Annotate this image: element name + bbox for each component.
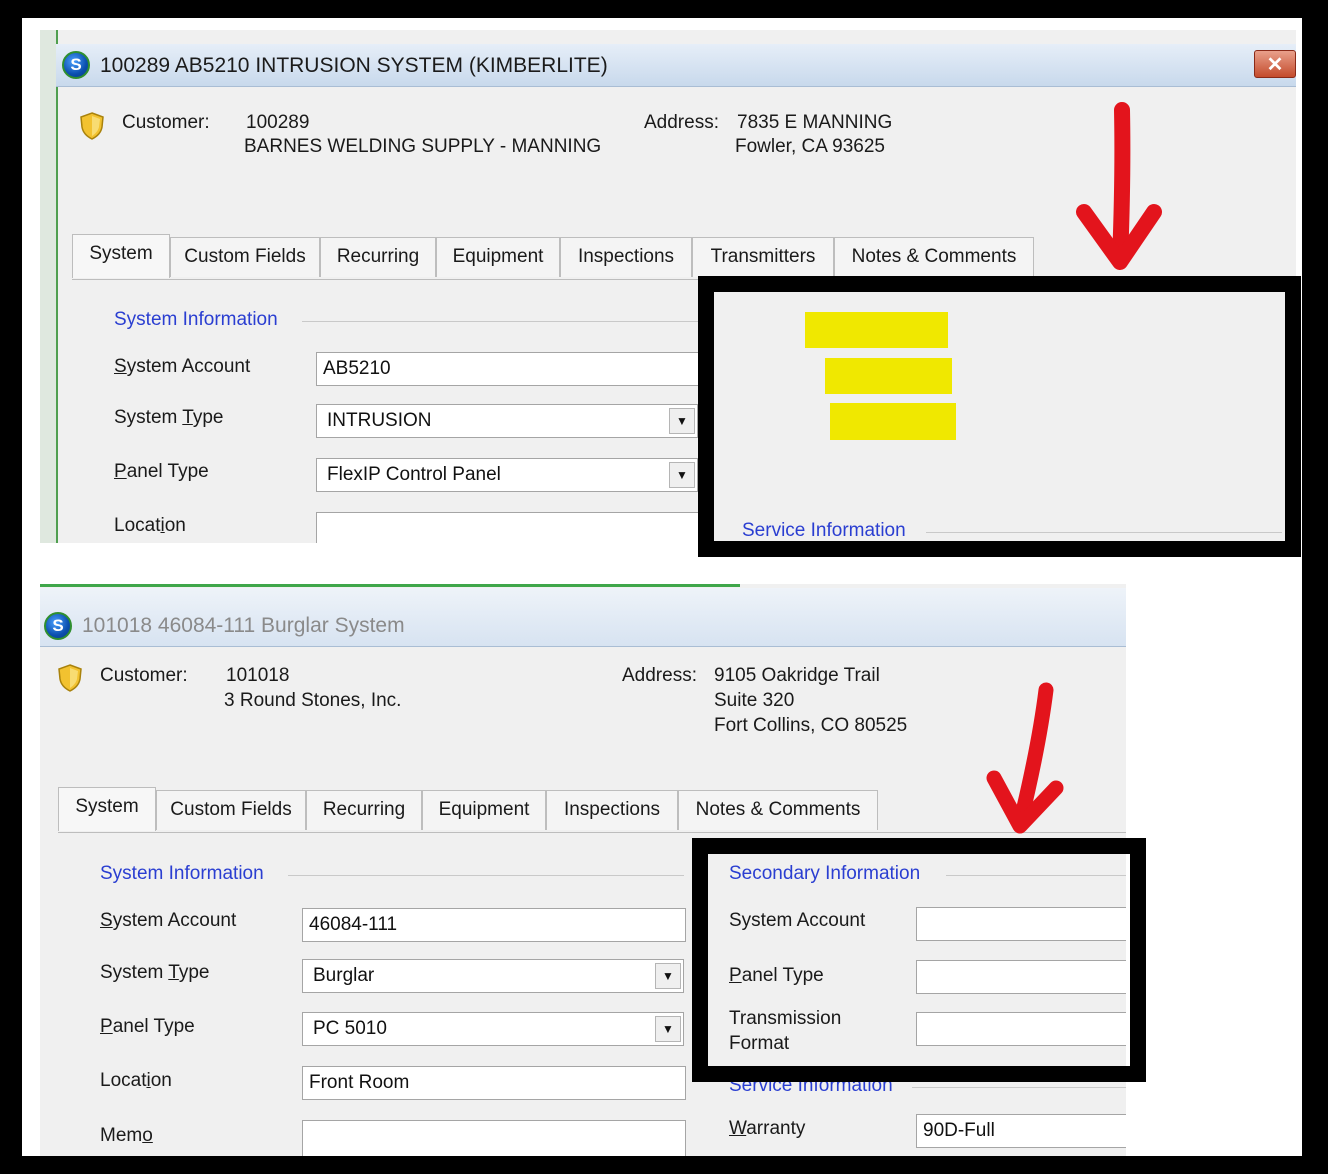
tab-recurring[interactable]: Recurring: [306, 790, 422, 830]
tab-strip: System Custom Fields Recurring Equipment…: [72, 234, 1072, 279]
tab-notes-comments[interactable]: Notes & Comments: [678, 790, 878, 830]
system-type-label: System Type: [100, 962, 210, 983]
location-label: Location: [100, 1070, 172, 1091]
system-type-value: Burglar: [313, 965, 375, 986]
section-divider: [288, 875, 684, 876]
address-line-3: Fort Collins, CO 80525: [714, 715, 908, 736]
app-logo-icon: S: [62, 51, 90, 79]
annotation-frame: [692, 838, 1146, 1082]
tab-notes-comments[interactable]: Notes & Comments: [834, 237, 1034, 277]
location-input[interactable]: [316, 512, 706, 543]
tab-recurring[interactable]: Recurring: [320, 237, 436, 277]
memo-input[interactable]: [302, 1120, 686, 1156]
system-type-value: INTRUSION: [327, 410, 432, 431]
panel-type-label: Panel Type: [100, 1016, 195, 1037]
customer-label: Customer:: [100, 665, 188, 686]
highlight-mark: [805, 312, 948, 348]
chevron-down-icon[interactable]: ▼: [669, 462, 695, 488]
tab-equipment[interactable]: Equipment: [436, 237, 560, 277]
address-line-1: 9105 Oakridge Trail: [714, 665, 880, 686]
window-title: 100289 AB5210 INTRUSION SYSTEM (KIMBERLI…: [100, 54, 608, 77]
system-type-dropdown[interactable]: INTRUSION ▼: [316, 404, 698, 438]
panel-type-value: FlexIP Control Panel: [327, 464, 501, 485]
memo-label: Memo: [100, 1125, 153, 1146]
tab-transmitters[interactable]: Transmitters: [692, 237, 834, 277]
system-account-input[interactable]: AB5210: [316, 352, 706, 386]
red-arrow-icon: [986, 682, 1064, 834]
system-account-label: System Account: [100, 910, 237, 931]
customer-name: 3 Round Stones, Inc.: [224, 690, 402, 711]
window-frame-edge: [40, 30, 58, 543]
highlight-mark: [830, 403, 956, 440]
chevron-down-icon[interactable]: ▼: [655, 963, 681, 989]
warranty-label: Warranty: [729, 1118, 806, 1139]
system-account-label: System Account: [114, 356, 251, 377]
customer-id: 101018: [226, 665, 290, 686]
title-bar: S 101018 46084-111 Burglar System: [40, 588, 1126, 647]
customer-label: Customer:: [122, 112, 210, 133]
tab-strip: System Custom Fields Recurring Equipment…: [58, 787, 958, 832]
system-type-label: System Type: [114, 407, 224, 428]
panel-type-label: Panel Type: [114, 461, 209, 482]
tab-custom-fields[interactable]: Custom Fields: [156, 790, 306, 830]
panel-type-value: PC 5010: [313, 1018, 387, 1039]
tab-equipment[interactable]: Equipment: [422, 790, 546, 830]
red-arrow-icon: [1076, 102, 1162, 270]
tab-custom-fields[interactable]: Custom Fields: [170, 237, 320, 277]
shield-icon: [80, 112, 104, 140]
section-system-information: System Information: [100, 863, 264, 884]
section-divider: [912, 1087, 1126, 1088]
window-title: 101018 46084-111 Burglar System: [82, 614, 405, 637]
warranty-input[interactable]: 90D-Full: [916, 1114, 1126, 1148]
tab-inspections[interactable]: Inspections: [546, 790, 678, 830]
address-label: Address:: [644, 112, 719, 133]
customer-name: BARNES WELDING SUPPLY - MANNING: [244, 136, 602, 157]
chevron-down-icon[interactable]: ▼: [655, 1016, 681, 1042]
tab-system[interactable]: System: [58, 787, 156, 831]
system-type-dropdown[interactable]: Burglar ▼: [302, 959, 684, 993]
address-line-2: Suite 320: [714, 690, 795, 711]
address-line-2: Fowler, CA 93625: [735, 136, 885, 157]
panel-type-dropdown[interactable]: PC 5010 ▼: [302, 1012, 684, 1046]
section-system-information: System Information: [114, 309, 278, 330]
shield-icon: [58, 664, 82, 692]
annotation-frame: [698, 276, 1301, 557]
close-button[interactable]: ✕: [1254, 50, 1296, 78]
title-bar: S 100289 AB5210 INTRUSION SYSTEM (KIMBER…: [56, 44, 1296, 87]
address-label: Address:: [622, 665, 697, 686]
address-line-1: 7835 E MANNING: [737, 112, 893, 133]
location-label: Location: [114, 515, 186, 536]
panel-type-dropdown[interactable]: FlexIP Control Panel ▼: [316, 458, 698, 492]
app-logo-icon: S: [44, 612, 72, 640]
system-account-input[interactable]: 46084-111: [302, 908, 686, 942]
customer-id: 100289: [246, 112, 310, 133]
highlight-mark: [825, 358, 952, 394]
tab-panel-border: [58, 832, 1126, 833]
location-input[interactable]: Front Room: [302, 1066, 686, 1100]
tab-system[interactable]: System: [72, 234, 170, 278]
tab-inspections[interactable]: Inspections: [560, 237, 692, 277]
chevron-down-icon[interactable]: ▼: [669, 408, 695, 434]
section-divider: [302, 321, 702, 322]
window-frame-edge: [40, 584, 740, 587]
